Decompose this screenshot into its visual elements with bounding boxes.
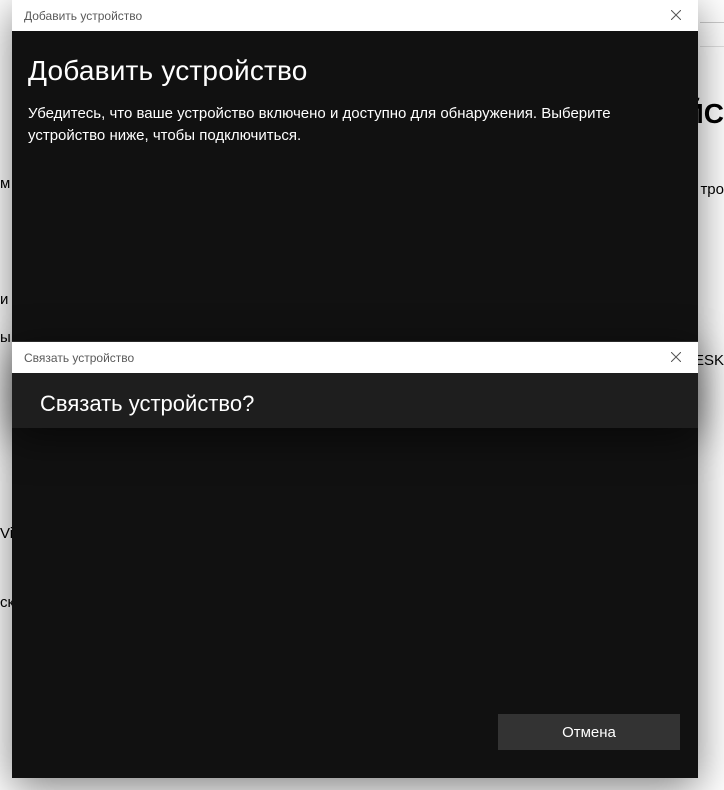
bg-text-fragment: ESK xyxy=(694,352,724,369)
close-icon xyxy=(671,349,681,367)
dialog-titlebar: Связать устройство xyxy=(12,342,698,373)
bg-window-edge xyxy=(700,22,724,46)
dialog-instructions: Убедитесь, что ваше устройство включено … xyxy=(28,103,682,147)
dialog-body: Связать устройство? xyxy=(12,373,698,417)
close-button[interactable] xyxy=(653,0,698,31)
bg-text-fragment: тро xyxy=(700,181,724,198)
bg-text-fragment: ы xyxy=(0,329,11,346)
bg-text-fragment: и xyxy=(0,291,8,308)
bg-window-edge xyxy=(700,46,724,47)
bg-text-fragment: м xyxy=(0,175,10,192)
close-icon xyxy=(671,7,681,25)
dialog-window-title: Добавить устройство xyxy=(24,9,142,23)
cancel-button[interactable]: Отмена xyxy=(498,714,680,750)
pair-device-dialog: Связать устройство Связать устройство? xyxy=(12,341,698,428)
dialog-heading: Добавить устройство xyxy=(28,55,682,87)
dialog-titlebar: Добавить устройство xyxy=(12,0,698,31)
dialog-window-title: Связать устройство xyxy=(24,351,134,365)
dialog-heading: Связать устройство? xyxy=(40,391,670,417)
close-button[interactable] xyxy=(653,342,698,373)
